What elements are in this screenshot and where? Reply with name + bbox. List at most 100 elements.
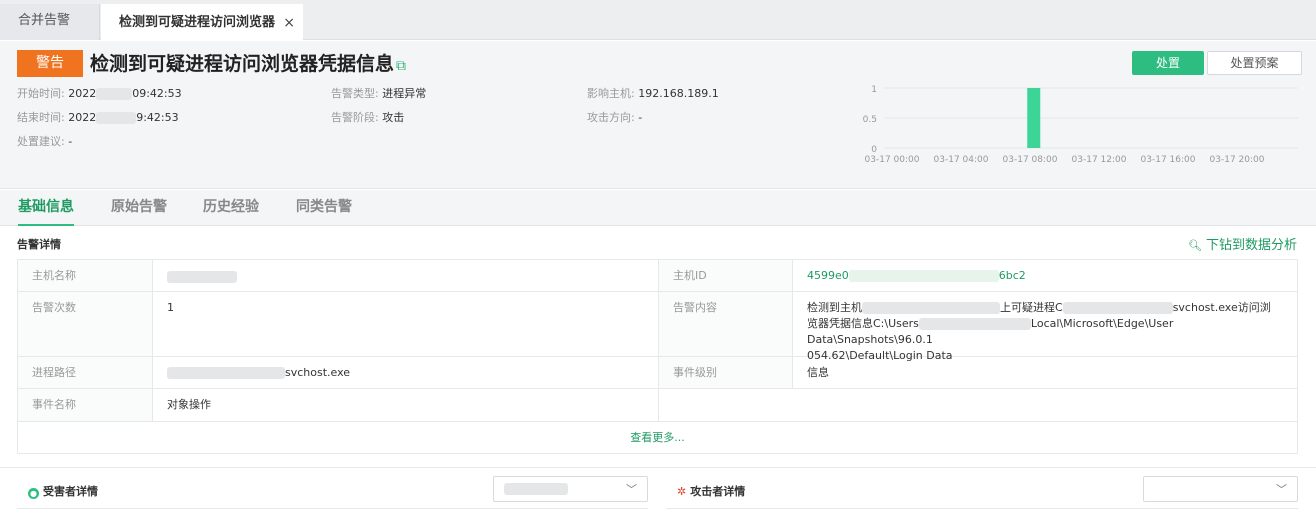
process-path-text: svchost.exe (285, 366, 351, 379)
victim-select[interactable]: ﹀ (493, 476, 648, 502)
cell-label: 主机名称 (18, 260, 152, 291)
attacker-title-text: 攻击者详情 (690, 485, 746, 498)
redacted-block (918, 318, 1031, 330)
victim-title-text: 受害者详情 (43, 485, 98, 498)
y-tick-label: 0 (871, 145, 877, 155)
event-level-value: 信息 (792, 357, 1299, 388)
host-name-value (152, 260, 658, 291)
content-text: 检测到主机 (807, 301, 862, 314)
tab-history[interactable]: 历史经验 (203, 190, 259, 226)
advice-value: - (68, 135, 73, 148)
host-id-suffix: 6bc2 (998, 269, 1026, 282)
chevron-down-icon: ﹀ (626, 483, 637, 496)
alert-title: 检测到可疑进程访问浏览器凭据信息 ⧉ (90, 50, 406, 80)
drill-down-link[interactable]: 🔍︎ 下钻到数据分析 (1188, 234, 1297, 253)
x-tick-label: 03-17 08:00 (1003, 155, 1058, 165)
x-tick-label: 03-17 12:00 (1072, 155, 1127, 165)
cell-label: 事件名称 (18, 389, 152, 421)
y-tick-label: 0.5 (863, 115, 877, 125)
x-tick-label: 03-17 04:00 (934, 155, 989, 165)
redacted-block (96, 88, 133, 100)
handle-plan-button[interactable]: 处置预案 (1207, 51, 1302, 75)
y-tick-label: 1 (871, 85, 877, 95)
user-icon: ● (28, 488, 39, 499)
tab-current-alert[interactable]: 检测到可疑进程访问浏览器 × (101, 4, 303, 40)
affected-host: 影响主机: 192.168.189.1 (587, 87, 719, 101)
alert-type: 告警类型: 进程异常 (331, 87, 426, 101)
victim-details-title: ● 受害者详情 (28, 483, 98, 499)
end-time-clock: 9:42:53 (136, 111, 179, 124)
x-tick-label: 03-17 00:00 (865, 155, 920, 165)
attacker-select[interactable]: ﹀ (1143, 476, 1298, 502)
tab-raw-alerts[interactable]: 原始告警 (111, 190, 167, 226)
start-time-year: 2022 (68, 87, 97, 100)
x-tick-label: 03-17 16:00 (1141, 155, 1196, 165)
advice-label: 处置建议: (17, 135, 65, 148)
cell-label: 告警内容 (658, 292, 792, 356)
alert-type-label: 告警类型: (331, 87, 379, 100)
redacted-block (848, 270, 999, 282)
end-time: 结束时间: 2022 9:42:53 (17, 111, 179, 125)
divider (0, 467, 1316, 468)
external-link-icon[interactable]: ⧉ (396, 58, 406, 74)
end-time-year: 2022 (68, 111, 97, 124)
divider (666, 508, 1298, 509)
alert-title-text: 检测到可疑进程访问浏览器凭据信息 (90, 53, 395, 75)
table-row: 主机名称 主机ID 4599e0 6bc2 (18, 260, 1297, 292)
bar (1027, 88, 1041, 148)
tab-current-alert-label: 检测到可疑进程访问浏览器 (119, 15, 276, 30)
close-icon[interactable]: × (283, 6, 295, 40)
content-text: svchost.exe访问浏 (1172, 301, 1271, 314)
table-row: 进程路径 svchost.exe 事件级别 信息 (18, 357, 1297, 389)
redacted-block (504, 483, 568, 495)
affected-host-value: 192.168.189.1 (638, 87, 719, 100)
attack-direction: 攻击方向: - (587, 111, 642, 125)
alert-content-value: 检测到主机 上可疑进程C svchost.exe访问浏 览器凭据信息C:\Users… (792, 292, 1299, 362)
view-more-link[interactable]: 查看更多... (18, 422, 1297, 454)
attack-direction-label: 攻击方向: (587, 111, 635, 124)
detail-tabs: 基础信息 原始告警 历史经验 同类告警 (0, 190, 1316, 226)
cell-label: 主机ID (658, 260, 792, 291)
chevron-down-icon: ﹀ (1276, 483, 1287, 496)
table-row: 告警次数 1 告警内容 检测到主机 上可疑进程C svchost.exe访问浏 览器… (18, 292, 1299, 362)
severity-badge: 警告 (17, 50, 83, 77)
start-time-clock: 09:42:53 (132, 87, 182, 100)
empty-cell (658, 389, 1299, 421)
redacted-block (96, 112, 137, 124)
attacker-details-title: ✲ 攻击者详情 (677, 483, 745, 499)
attack-direction-value: - (638, 111, 643, 124)
end-time-label: 结束时间: (17, 111, 65, 124)
host-id-value[interactable]: 4599e0 6bc2 (792, 260, 1299, 291)
alert-timeline-chart: 1 0.5 003-17 00:00 03-17 04:00 03-17 08:00 03… (863, 85, 1298, 165)
alert-stage-label: 告警阶段: (331, 111, 379, 124)
tab-similar-alerts[interactable]: 同类告警 (296, 190, 352, 226)
drill-down-label: 下钻到数据分析 (1205, 238, 1297, 253)
tab-basic-info[interactable]: 基础信息 (18, 190, 74, 226)
handle-button[interactable]: 处置 (1132, 51, 1204, 75)
host-id-prefix: 4599e0 (807, 269, 849, 282)
affected-host-label: 影响主机: (587, 87, 635, 100)
redacted-block (1062, 302, 1173, 314)
redacted-block (167, 271, 237, 283)
table-row: 事件名称 对象操作 (18, 389, 1297, 422)
x-tick-label: 03-17 20:00 (1210, 155, 1265, 165)
alert-header: 警告 检测到可疑进程访问浏览器凭据信息 ⧉ 处置 处置预案 开始时间: 2022 0… (0, 41, 1316, 189)
alert-stage: 告警阶段: 攻击 (331, 111, 404, 125)
alert-stage-value: 攻击 (382, 111, 405, 124)
tab-bar: 合并告警 检测到可疑进程访问浏览器 × (0, 0, 1316, 40)
cell-label: 进程路径 (18, 357, 152, 388)
start-time: 开始时间: 2022 09:42:53 (17, 87, 182, 101)
search-icon: 🔍︎ (1188, 239, 1202, 252)
redacted-block (167, 367, 285, 379)
tab-merged-alerts[interactable]: 合并告警 (0, 4, 100, 40)
bug-icon: ✲ (677, 485, 687, 498)
divider (17, 508, 648, 509)
content-text: 上可疑进程C (1000, 301, 1063, 314)
handling-advice: 处置建议: - (17, 135, 72, 149)
cell-label: 告警次数 (18, 292, 152, 356)
alert-details-table: 主机名称 主机ID 4599e0 6bc2 告警次数 1 告警内容 检测到主机 上可… (17, 259, 1298, 454)
section-title: 告警详情 (17, 238, 61, 251)
cell-label: 事件级别 (658, 357, 792, 388)
alert-type-value: 进程异常 (382, 87, 427, 100)
event-name-value: 对象操作 (152, 389, 658, 421)
